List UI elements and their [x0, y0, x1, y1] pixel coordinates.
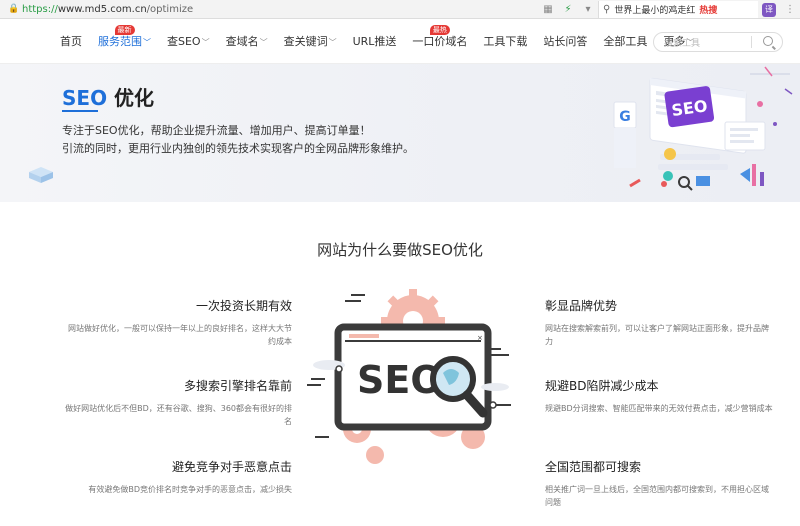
nav-badge: 最新 [114, 25, 135, 35]
nav-item-5[interactable]: URL推送 [345, 19, 405, 64]
svg-text:×: × [477, 334, 483, 342]
browser-search[interactable]: ⚲ 世界上最小的鸡走红 热搜 [598, 1, 758, 18]
browser-toolbar: 🔒 https://www.md5.com.cn/optimize ▦ ⚡ ▾ … [0, 0, 800, 19]
cube-decoration-icon [29, 167, 53, 183]
feature-nationwide: 全国范围都可搜索 相关推广词一旦上线后，全国范围内都可搜索到，不用担心区域问题 [545, 460, 769, 507]
nav-item-1[interactable]: 服务范围﹀ 最新 [90, 19, 159, 64]
nav-item-8[interactable]: 站长问答 [535, 19, 595, 64]
feature-avoid-trap: 规避BD陷阱减少成本 规避BD分词搜索、智能匹配带来的无效付费点击，减少营销成本 [545, 379, 773, 413]
nav-items: 首页 服务范围﹀ 最新 查SEO﹀ 查域名﹀ 查关键词﹀ URL推送 一口价域名 最热 工具下载站… [52, 19, 702, 64]
banner-title: SEO 优化 [62, 86, 155, 112]
feature-multi-engine: 多搜索引擎排名靠前 做好网站优化后不但BD，还有谷歌、搜狗、360都会有很好的排… [65, 379, 292, 426]
seo-monitor-illustration: × SEO [307, 289, 511, 464]
chevron-down-icon: ﹀ [259, 38, 268, 47]
banner-line-2: 引流的同时，更用行业内独创的领先技术实现客户的全网品牌形象维护。 [62, 142, 414, 155]
chevron-down-icon[interactable]: ▾ [581, 3, 595, 17]
address-bar[interactable]: https://www.md5.com.cn/optimize [22, 4, 193, 15]
grid-icon[interactable]: ▦ [541, 3, 555, 17]
lock-icon: 🔒 [8, 4, 20, 14]
seo-banner-illustration: SEO G [613, 66, 793, 191]
translate-extension-icon[interactable]: 译 [762, 2, 776, 17]
nav-item-4[interactable]: 查关键词﹀ [276, 19, 345, 64]
nav-badge: 最热 [429, 25, 450, 35]
nav-item-3[interactable]: 查域名﹀ [218, 19, 276, 64]
nav-item-7[interactable]: 工具下载 [475, 19, 535, 64]
banner-line-1: 专注于SEO优化，帮助企业提升流量、增加用户、提高订单量！ [62, 124, 371, 137]
chevron-down-icon: ﹀ [143, 38, 151, 47]
feature-brand: 彰显品牌优势 网站在搜索解索前列，可以让客户了解网站正面形象，提升品牌力 [545, 299, 769, 346]
hero-banner: SEO 优化 专注于SEO优化，帮助企业提升流量、增加用户、提高订单量！ 引流的… [0, 64, 800, 202]
svg-text:SEO: SEO [357, 358, 443, 402]
search-icon: ⚲ [603, 4, 611, 15]
tool-search-input[interactable]: 搜索工具 [653, 32, 783, 52]
nav-item-2[interactable]: 查SEO﹀ [159, 19, 218, 64]
search-icon[interactable] [763, 36, 773, 46]
section-title: 网站为什么要做SEO优化 [317, 241, 483, 259]
chevron-down-icon: ﹀ [328, 38, 337, 47]
chevron-down-icon: ﹀ [201, 38, 210, 47]
menu-icon[interactable]: ⋮ [783, 3, 797, 17]
site-nav: 首页 服务范围﹀ 最新 查SEO﹀ 查域名﹀ 查关键词﹀ URL推送 一口价域名 最热 工具下载站… [0, 19, 800, 64]
nav-item-9[interactable]: 全部工具 [595, 19, 655, 64]
nav-item-0[interactable]: 首页 [52, 19, 90, 64]
nav-item-6[interactable]: 一口价域名 最热 [404, 19, 475, 64]
feature-anti-click: 避免竞争对手恶意点击 有效避免做BD竞价排名时竞争对手的恶意点击，减少损失 [88, 460, 292, 494]
bolt-icon[interactable]: ⚡ [561, 3, 575, 17]
svg-text:G: G [619, 109, 631, 125]
feature-long-term: 一次投资长期有效 网站做好优化，一般可以保持一年以上的良好排名，这样大大节约成本 [68, 299, 292, 346]
